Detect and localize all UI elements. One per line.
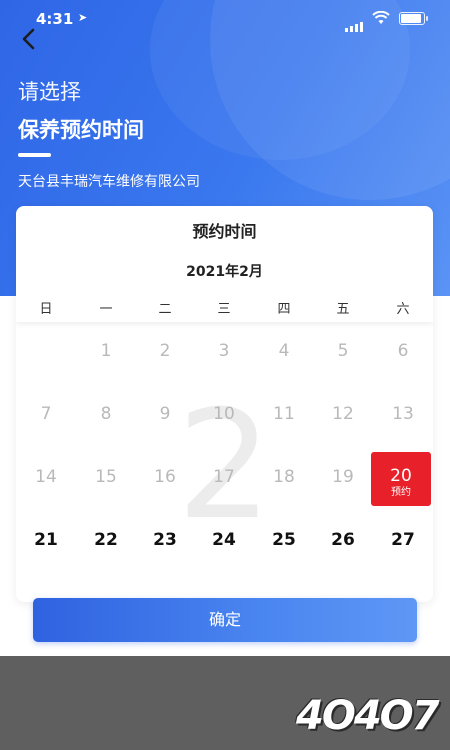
day-number: 9 <box>159 404 171 424</box>
day-number: 2 <box>159 341 171 361</box>
chevron-left-icon <box>22 28 35 50</box>
day-number: 4 <box>278 341 290 361</box>
day-number: 12 <box>332 404 354 424</box>
wifi-icon <box>372 11 390 24</box>
day-number: 8 <box>100 404 112 424</box>
day-number: 3 <box>218 341 230 361</box>
day-number: 6 <box>397 341 409 361</box>
weekday-label: 一 <box>99 302 113 317</box>
day-number: 14 <box>35 467 57 487</box>
calendar-day[interactable]: 22 <box>76 515 136 569</box>
day-number: 22 <box>94 530 118 550</box>
calendar-day[interactable]: 20 预约 <box>371 452 431 506</box>
calendar-month: 2021年2月 <box>186 264 263 280</box>
calendar-day: 17 <box>194 452 254 506</box>
signal-icon <box>345 13 365 32</box>
day-number: 1 <box>100 341 112 361</box>
calendar-day: 4 <box>254 326 314 380</box>
day-number: 26 <box>331 530 355 550</box>
day-number: 21 <box>34 530 58 550</box>
day-number: 27 <box>391 530 415 550</box>
confirm-button[interactable]: 确定 <box>33 598 417 642</box>
weekday-label: 日 <box>39 302 53 317</box>
status-bar: 4:31 ➤ <box>0 0 450 40</box>
day-number: 24 <box>212 530 236 550</box>
calendar-day: 2 <box>135 326 195 380</box>
day-number: 18 <box>273 467 295 487</box>
weekday-label: 五 <box>336 302 350 317</box>
calendar-day[interactable]: 25 <box>254 515 314 569</box>
calendar-day: 8 <box>76 389 136 443</box>
calendar-day: 11 <box>254 389 314 443</box>
calendar-day: 15 <box>76 452 136 506</box>
calendar-title: 预约时间 <box>192 222 257 241</box>
day-number: 5 <box>337 341 349 361</box>
reservation-tag: 预约 <box>391 487 411 498</box>
calendar-card: 预约时间 2021年2月 2 日一二三四五六 1 2 3 4 5 6 7 8 9 10 11 12 13… <box>16 206 433 602</box>
back-button[interactable] <box>16 26 42 52</box>
calendar-day: 3 <box>194 326 254 380</box>
company-name: 天台县丰瑞汽车维修有限公司 <box>18 174 200 190</box>
calendar-day[interactable]: 26 <box>313 515 373 569</box>
calendar-day: 7 <box>16 389 76 443</box>
calendar-day: 16 <box>135 452 195 506</box>
day-number: 23 <box>153 530 177 550</box>
location-arrow-icon: ➤ <box>78 11 88 24</box>
weekday-label: 四 <box>277 302 291 317</box>
day-number: 16 <box>154 467 176 487</box>
day-number: 7 <box>40 404 52 424</box>
day-number: 17 <box>213 467 235 487</box>
calendar-day[interactable]: 23 <box>135 515 195 569</box>
calendar-day: 18 <box>254 452 314 506</box>
calendar-day[interactable]: 21 <box>16 515 76 569</box>
day-number: 19 <box>332 467 354 487</box>
page-title: 保养预约时间 <box>18 118 144 142</box>
weekday-header: 日一二三四五六 <box>16 294 433 322</box>
day-number: 13 <box>392 404 414 424</box>
calendar-day: 1 <box>76 326 136 380</box>
calendar-day[interactable]: 24 <box>194 515 254 569</box>
page-prompt: 请选择 <box>18 80 81 104</box>
site-logo: 4O4O7 <box>296 693 440 739</box>
battery-icon <box>399 12 428 25</box>
calendar-day[interactable]: 27 <box>373 515 433 569</box>
calendar-day: 9 <box>135 389 195 443</box>
day-number: 11 <box>273 404 295 424</box>
calendar-day: 6 <box>373 326 433 380</box>
calendar-day: 13 <box>373 389 433 443</box>
calendar-day: 10 <box>194 389 254 443</box>
weekday-label: 六 <box>396 302 410 317</box>
title-underline <box>18 153 51 157</box>
calendar-day: 19 <box>313 452 373 506</box>
calendar-day: 14 <box>16 452 76 506</box>
day-number: 25 <box>272 530 296 550</box>
calendar-day: 5 <box>313 326 373 380</box>
day-number: 20 <box>390 466 412 486</box>
calendar-empty-cell <box>16 326 76 380</box>
calendar-day: 12 <box>313 389 373 443</box>
weekday-label: 三 <box>217 302 231 317</box>
day-number: 10 <box>213 404 235 424</box>
weekday-label: 二 <box>158 302 172 317</box>
day-number: 15 <box>95 467 117 487</box>
